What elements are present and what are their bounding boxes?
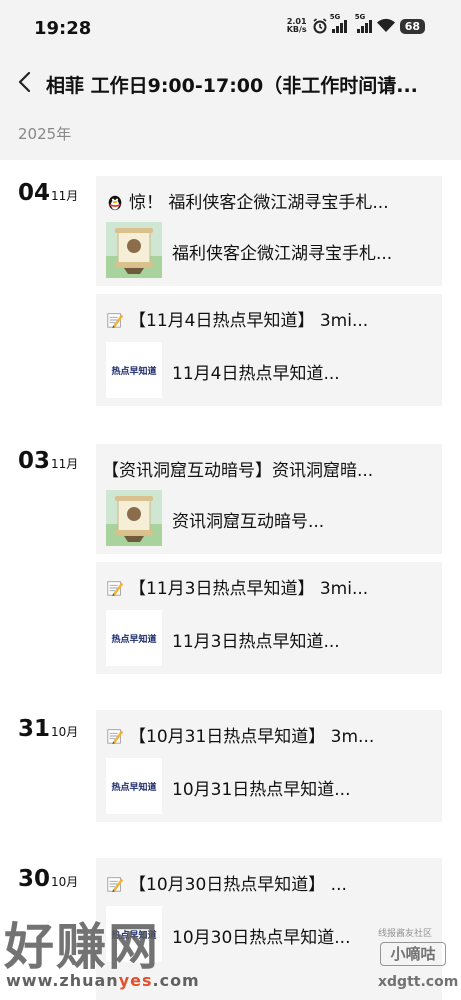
memo-icon (107, 729, 124, 745)
card-title-text: 惊！ 福利侠客企微江湖寻宝手札... (129, 193, 389, 213)
date-day: 31 (18, 716, 51, 742)
status-bar: 19:28 2.01 KB/s 5G 5G 68 (0, 0, 461, 58)
sim2-label: 5G (354, 13, 366, 21)
card-description: 11月4日热点早知道... (172, 364, 340, 384)
article-card[interactable]: 【11月4日热点早知道】 3mi... 热点早知道 11月4日热点早知道... (96, 294, 442, 406)
sim1-label: 5G (329, 13, 341, 21)
date-label: 0311月 (18, 448, 78, 474)
card-body: 热点早知道 10月31日热点早知道... (106, 758, 432, 814)
article-card[interactable]: 【10月31日热点早知道】 3m... 热点早知道 10月31日热点早知道... (96, 710, 442, 822)
scroll-illustration-thumbnail (106, 490, 162, 546)
card-title: 【10月30日热点早知道】 ... (105, 870, 431, 895)
card-body: 热点早知道 11月3日热点早知道... (106, 610, 432, 666)
card-title: 惊！ 福利侠客企微江湖寻宝手札... (105, 188, 431, 213)
news-thumbnail: 热点早知道 (106, 906, 162, 962)
card-description: 福利侠客企微江湖寻宝手札... (172, 244, 393, 264)
article-card[interactable]: 惊！ 福利侠客企微江湖寻宝手札... 福利侠客企微江湖寻宝手札... (96, 176, 442, 286)
wifi-icon (376, 18, 395, 32)
card-description: 资讯洞窟互动暗号... (172, 512, 325, 532)
article-card[interactable]: 【11月3日热点早知道】 3mi... 热点早知道 11月3日热点早知道... (96, 562, 442, 674)
article-card[interactable]: 【10月30日热点早知道】 ... 热点早知道 10月30日热点早知道... (96, 858, 442, 1000)
alarm-icon (313, 18, 327, 34)
date-day: 30 (18, 866, 51, 892)
top-area: 19:28 2.01 KB/s 5G 5G 68 相菲 工作日9:00-17:0… (0, 0, 461, 160)
card-title: 【11月4日热点早知道】 3mi... (105, 306, 431, 331)
date-month: 10月 (51, 875, 79, 889)
card-title: 【11月3日热点早知道】 3mi... (105, 574, 431, 599)
card-title-text: 【资讯洞窟互动暗号】资讯洞窟暗... (102, 461, 374, 481)
card-title-text: 【10月30日热点早知道】 ... (129, 875, 347, 895)
card-body: 热点早知道 11月4日热点早知道... (106, 342, 432, 398)
card-body: 热点早知道 10月30日热点早知道... (106, 906, 432, 962)
news-thumbnail: 热点早知道 (106, 758, 162, 814)
network-speed: 2.01 KB/s (286, 18, 308, 34)
memo-icon (107, 313, 124, 329)
news-thumbnail: 热点早知道 (106, 610, 162, 666)
card-description: 10月30日热点早知道... (172, 928, 351, 948)
signal-icon-sim2: 5G (355, 13, 372, 33)
card-title: 【10月31日热点早知道】 3m... (105, 722, 431, 747)
date-label: 3010月 (18, 866, 78, 892)
scroll-illustration-thumbnail (106, 222, 162, 278)
date-day: 03 (18, 448, 51, 474)
date-label: 3110月 (18, 716, 78, 742)
memo-icon (107, 581, 124, 597)
card-description: 11月3日热点早知道... (172, 632, 340, 652)
chat-title: 相菲 工作日9:00-17:00（非工作时间请... (46, 75, 418, 97)
card-body: 资讯洞窟互动暗号... (106, 490, 432, 546)
card-body: 福利侠客企微江湖寻宝手札... (106, 222, 432, 278)
status-time: 19:28 (34, 18, 92, 39)
article-card[interactable]: 【资讯洞窟互动暗号】资讯洞窟暗... 资讯洞窟互动暗号... (96, 444, 442, 554)
card-title-text: 【11月4日热点早知道】 3mi... (129, 311, 369, 331)
signal-icon-sim1: 5G (330, 13, 347, 33)
card-description: 10月31日热点早知道... (172, 780, 351, 800)
date-label: 0411月 (18, 180, 78, 206)
memo-icon (107, 877, 124, 893)
network-speed-unit: KB/s (286, 25, 307, 34)
date-month: 11月 (51, 189, 79, 203)
date-month: 10月 (51, 725, 79, 739)
card-title-text: 【11月3日热点早知道】 3mi... (129, 579, 369, 599)
back-arrow-icon[interactable] (14, 68, 38, 96)
battery-indicator: 68 (399, 18, 425, 34)
qq-penguin-icon (108, 195, 122, 211)
card-title-text: 【10月31日热点早知道】 3m... (129, 727, 375, 747)
card-title: 【资讯洞窟互动暗号】资讯洞窟暗... (102, 456, 428, 481)
status-icons: 2.01 KB/s 5G 5G 68 (286, 13, 425, 34)
news-thumbnail: 热点早知道 (106, 342, 162, 398)
chat-header: 相菲 工作日9:00-17:00（非工作时间请... (0, 58, 461, 108)
date-month: 11月 (51, 457, 79, 471)
date-day: 04 (18, 180, 51, 206)
year-label: 2025年 (18, 125, 72, 143)
